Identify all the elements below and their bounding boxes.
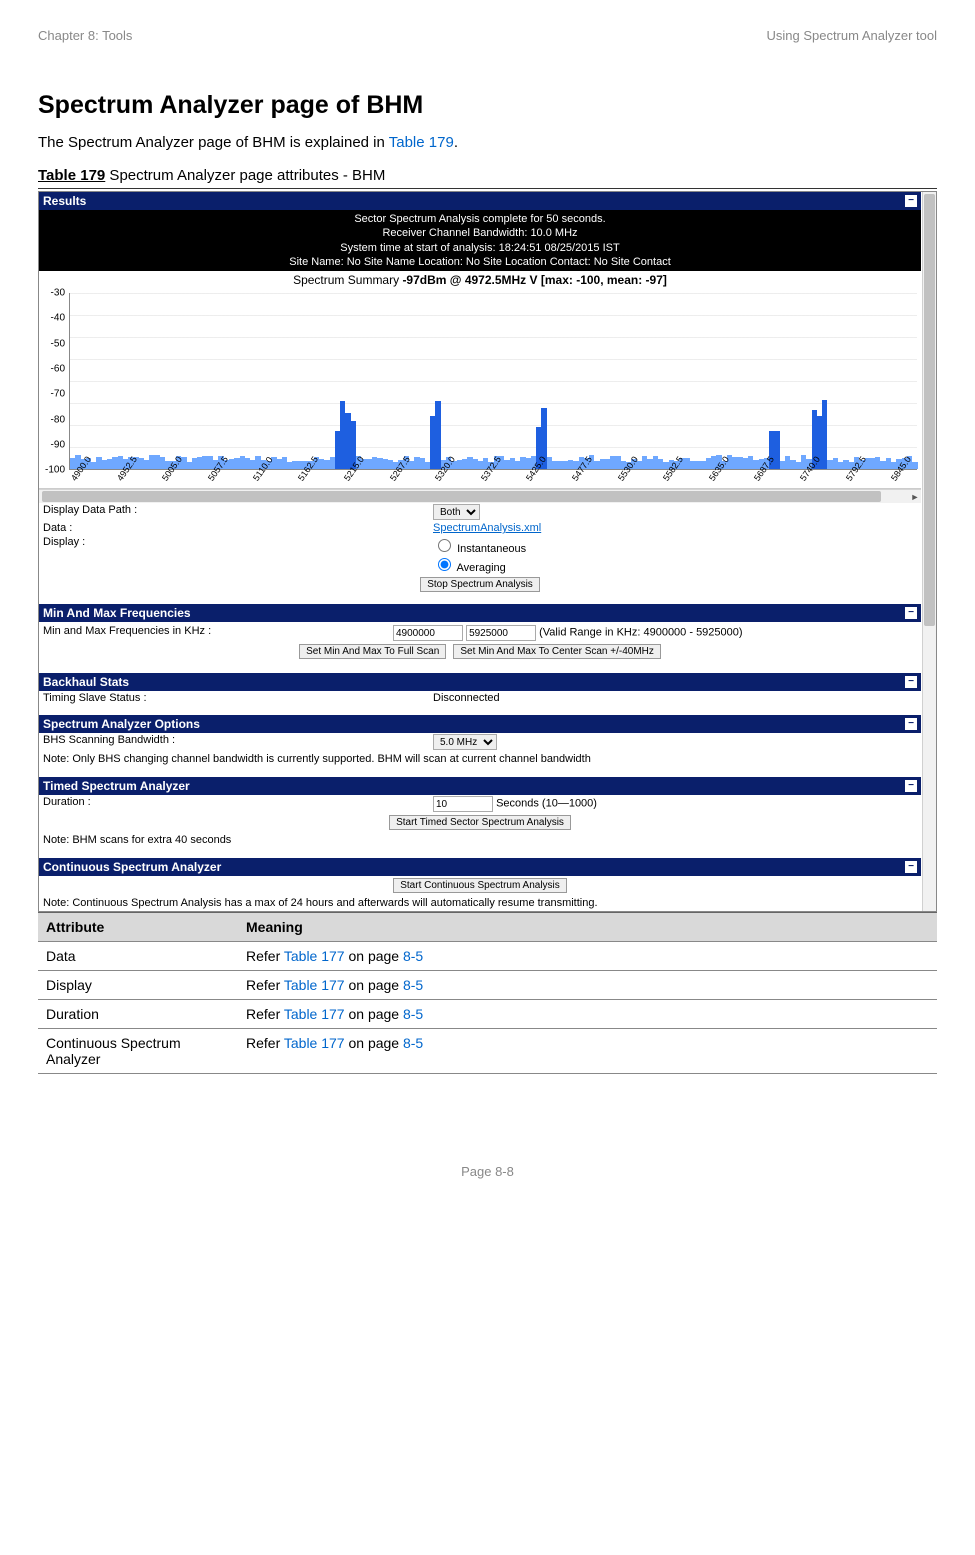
table-row: Continuous Spectrum AnalyzerRefer Table … bbox=[38, 1029, 937, 1074]
duration-suffix: Seconds (10—1000) bbox=[496, 798, 597, 810]
duration-label: Duration : bbox=[43, 796, 433, 812]
table-caption: Table 179 Spectrum Analyzer page attribu… bbox=[38, 167, 937, 184]
spectrum-analyzer-screenshot: Results − Sector Spectrum Analysis compl… bbox=[38, 191, 937, 912]
running-header: Chapter 8: Tools Using Spectrum Analyzer… bbox=[38, 28, 937, 43]
bhs-bw-select[interactable]: 5.0 MHz bbox=[433, 734, 497, 750]
intro-link[interactable]: Table 179 bbox=[389, 134, 454, 151]
caption-rule bbox=[38, 188, 937, 189]
page-footer: Page 8-8 bbox=[38, 1164, 937, 1179]
collapse-icon[interactable]: − bbox=[905, 718, 917, 730]
vertical-scrollbar[interactable] bbox=[922, 192, 936, 911]
display-data-path-label: Display Data Path : bbox=[43, 504, 433, 520]
data-label: Data : bbox=[43, 522, 433, 534]
table-row: DisplayRefer Table 177 on page 8-5 bbox=[38, 971, 937, 1000]
collapse-icon[interactable]: − bbox=[905, 861, 917, 873]
timed-note: Note: BHM scans for extra 40 seconds bbox=[39, 832, 921, 848]
start-continuous-button[interactable]: Start Continuous Spectrum Analysis bbox=[393, 878, 567, 893]
panel-continuous-header: Continuous Spectrum Analyzer − bbox=[39, 858, 921, 876]
timing-slave-label: Timing Slave Status : bbox=[43, 692, 433, 704]
collapse-icon[interactable]: − bbox=[905, 676, 917, 688]
collapse-icon[interactable]: − bbox=[905, 195, 917, 207]
collapse-icon[interactable]: − bbox=[905, 607, 917, 619]
timing-slave-value: Disconnected bbox=[433, 692, 500, 704]
display-instantaneous-option[interactable]: Instantaneous bbox=[433, 536, 526, 555]
header-left: Chapter 8: Tools bbox=[38, 28, 132, 43]
duration-input[interactable] bbox=[433, 796, 493, 812]
intro-paragraph: The Spectrum Analyzer page of BHM is exp… bbox=[38, 134, 937, 151]
chart-x-axis: 4900.04952.55005.05057.55110.05162.55215… bbox=[69, 472, 917, 488]
table-row: DurationRefer Table 177 on page 8-5 bbox=[38, 1000, 937, 1029]
chart-title: Spectrum Summary -97dBm @ 4972.5MHz V [m… bbox=[39, 271, 921, 289]
min-freq-input[interactable] bbox=[393, 625, 463, 641]
center-scan-button[interactable]: Set Min And Max To Center Scan +/-40MHz bbox=[453, 644, 661, 659]
bhs-bw-label: BHS Scanning Bandwidth : bbox=[43, 734, 433, 750]
chart-plot-area bbox=[69, 293, 917, 470]
start-timed-button[interactable]: Start Timed Sector Spectrum Analysis bbox=[389, 815, 571, 830]
max-freq-input[interactable] bbox=[466, 625, 536, 641]
attributes-table: Attribute Meaning DataRefer Table 177 on… bbox=[38, 912, 937, 1074]
chart-y-axis: -30-40-50-60-70-80-90-100 bbox=[39, 293, 67, 470]
continuous-note: Note: Continuous Spectrum Analysis has a… bbox=[39, 895, 921, 911]
collapse-icon[interactable]: − bbox=[905, 780, 917, 792]
col-attribute: Attribute bbox=[38, 913, 238, 942]
stop-spectrum-button[interactable]: Stop Spectrum Analysis bbox=[420, 577, 540, 592]
panel-timed-header: Timed Spectrum Analyzer − bbox=[39, 777, 921, 795]
header-right: Using Spectrum Analyzer tool bbox=[766, 28, 937, 43]
table-row: DataRefer Table 177 on page 8-5 bbox=[38, 942, 937, 971]
scroll-right-icon[interactable]: ► bbox=[909, 490, 921, 503]
minmax-label: Min and Max Frequencies in KHz : bbox=[43, 625, 393, 641]
data-link[interactable]: SpectrumAnalysis.xml bbox=[433, 522, 541, 534]
options-note: Note: Only BHS changing channel bandwidt… bbox=[39, 751, 921, 767]
page-title: Spectrum Analyzer page of BHM bbox=[38, 91, 937, 120]
panel-minmax-header: Min And Max Frequencies − bbox=[39, 604, 921, 622]
display-label: Display : bbox=[43, 536, 433, 574]
full-scan-button[interactable]: Set Min And Max To Full Scan bbox=[299, 644, 446, 659]
chart-horizontal-scrollbar[interactable]: ◄ ► bbox=[39, 489, 921, 503]
display-data-path-select[interactable]: Both bbox=[433, 504, 480, 520]
results-summary-banner: Sector Spectrum Analysis complete for 50… bbox=[39, 210, 921, 271]
col-meaning: Meaning bbox=[238, 913, 937, 942]
display-averaging-option[interactable]: Averaging bbox=[433, 555, 526, 574]
spectrum-chart: -30-40-50-60-70-80-90-100 4900.04952.550… bbox=[39, 289, 921, 489]
minmax-range: (Valid Range in KHz: 4900000 - 5925000) bbox=[539, 627, 742, 639]
panel-results-header: Results − bbox=[39, 192, 921, 210]
panel-options-header: Spectrum Analyzer Options − bbox=[39, 715, 921, 733]
chart-bars bbox=[70, 293, 917, 469]
panel-backhaul-header: Backhaul Stats − bbox=[39, 673, 921, 691]
